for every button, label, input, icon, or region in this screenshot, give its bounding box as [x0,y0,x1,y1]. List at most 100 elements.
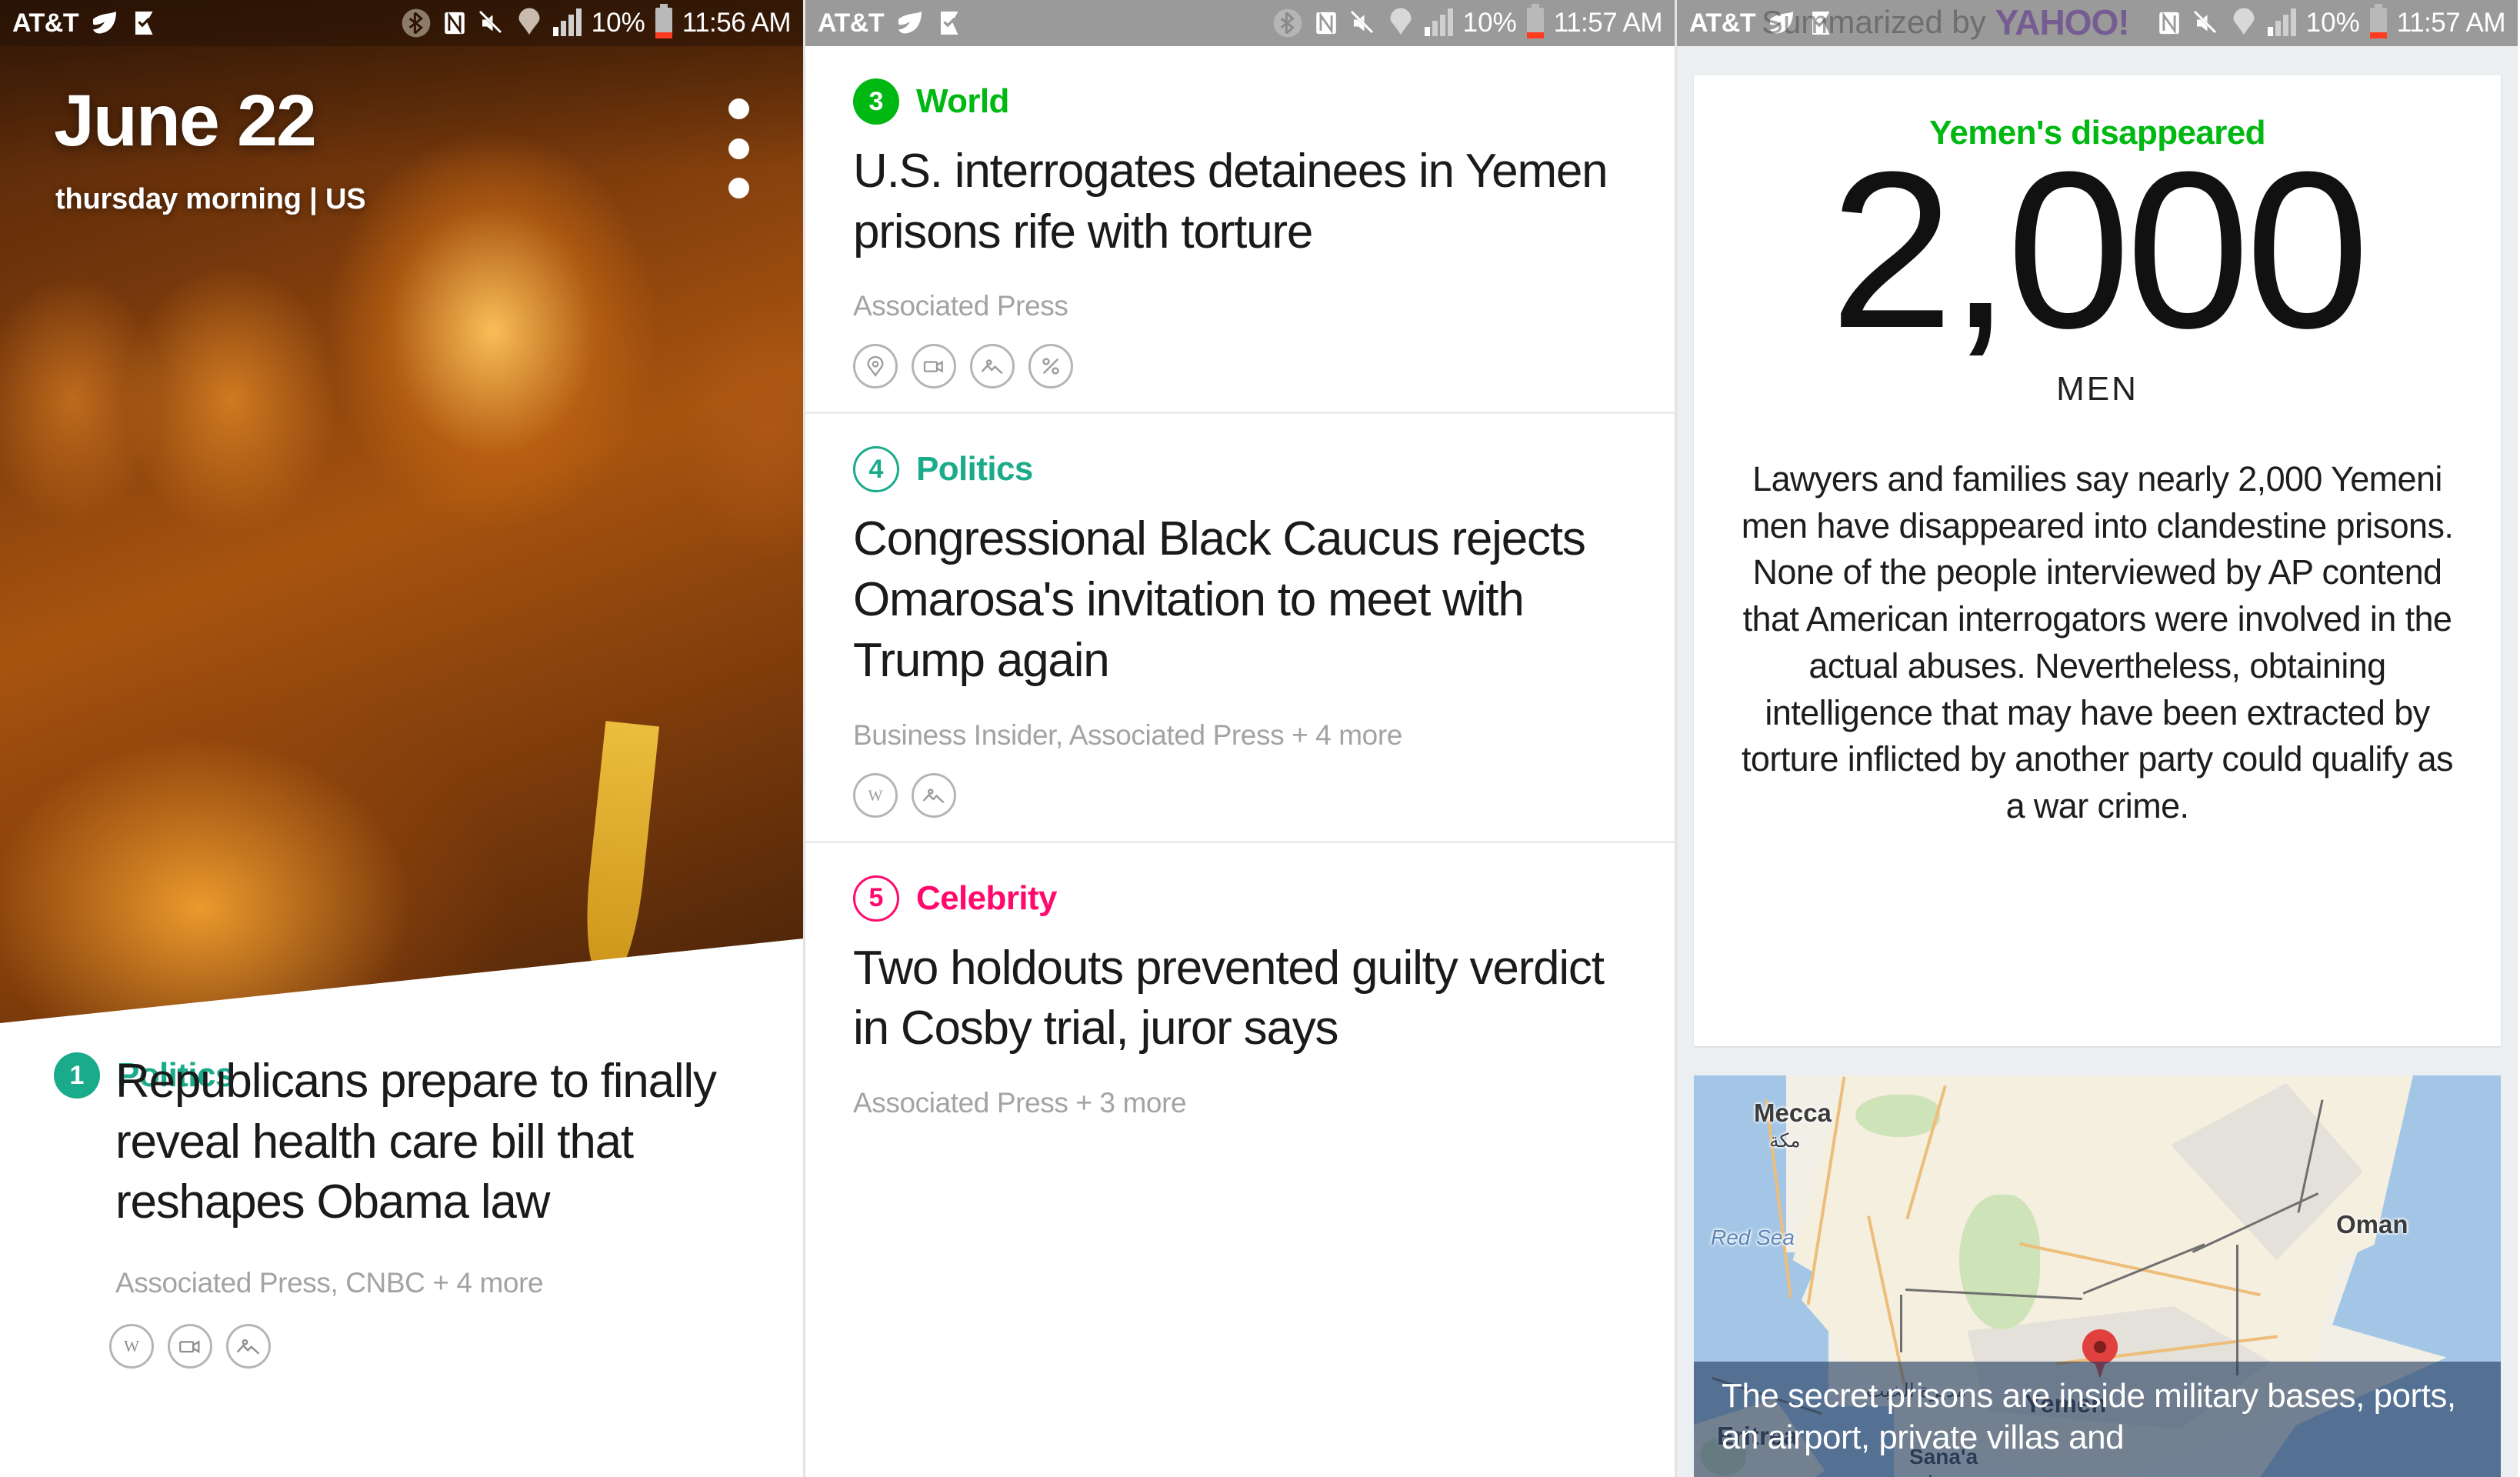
signal-bars-icon [552,8,582,36]
story-category-row: 3 World [853,78,1624,125]
leaf-icon [898,12,922,34]
page-title: June 22 [54,80,317,162]
checkmark-flag-icon [941,12,958,35]
carrier-label: AT&T [818,8,885,38]
list-item[interactable]: 3 World U.S. interrogates detainees in Y… [805,46,1675,415]
carrier-label: AT&T [12,8,79,38]
map-label-red-sea: Red Sea [1711,1225,1795,1249]
story-category-row: 4 Politics [853,446,1624,493]
map-caption: The secret prisons are inside military b… [1694,1362,2501,1477]
kebab-dot [728,138,749,159]
battery-percent: 10% [1462,8,1517,38]
story-sources: Associated Press, CNBC + 4 more [115,1267,544,1299]
status-bar: AT&T 10% 11:57 AM [1677,0,2518,46]
mute-icon [1350,10,1375,35]
list-item[interactable]: 5 Celebrity Two holdouts prevented guilt… [805,843,1675,1142]
three-panel-screenshot: June 22 thursday morning | US 1 Politics… [0,0,2520,1477]
nfc-icon [444,12,465,35]
status-right: 10% 11:57 AM [2156,4,2506,38]
kebab-dot [728,98,749,119]
mute-icon [2193,10,2218,35]
story-headline[interactable]: Two holdouts prevented guilty verdict in… [853,939,1624,1059]
panel-story-detail: Yemen's disappeared 2,000 MEN Lawyers an… [1677,0,2518,1477]
story-category-label[interactable]: Celebrity [916,879,1057,918]
story-headline[interactable]: U.S. interrogates detainees in Yemen pri… [853,142,1624,262]
status-bar: AT&T 10% 11:57 AM [805,0,1675,46]
list-item[interactable]: 4 Politics Congressional Black Caucus re… [805,414,1675,843]
svg-text:W: W [868,787,883,804]
image-icon[interactable] [970,344,1015,389]
wikipedia-icon[interactable]: W [109,1324,154,1369]
battery-icon [2369,4,2387,38]
image-icon[interactable] [912,772,956,818]
battery-percent: 10% [591,8,645,38]
story-headline[interactable]: Congressional Black Caucus rejects Omaro… [853,509,1624,691]
signal-bars-icon [1424,8,1453,36]
checkmark-flag-icon [1812,12,1830,35]
video-icon[interactable] [168,1324,212,1369]
map-park [1959,1195,2040,1329]
image-icon[interactable] [226,1324,271,1369]
story-sources: Associated Press + 3 more [853,1087,1187,1119]
story-body: Republicans prepare to finally reveal he… [109,1042,785,1369]
story-icon-row [853,344,1624,389]
story-sources: Business Insider, Associated Press + 4 m… [853,718,1402,751]
story-list: 3 World U.S. interrogates detainees in Y… [805,46,1675,1477]
clock: 11:57 AM [1553,8,1663,38]
kebab-dot [728,178,749,198]
more-options-icon[interactable] [720,98,757,198]
story-rank-badge: 4 [853,446,899,493]
nfc-icon [1315,12,1336,35]
mute-icon [478,10,503,35]
page-subtitle: thursday morning | US [55,183,366,215]
status-left: AT&T [1689,8,1835,38]
map-label-oman: Oman [2336,1210,2408,1239]
battery-icon [655,4,672,38]
story-rank-badge: 1 [54,1052,100,1099]
story-category-label[interactable]: World [916,82,1009,121]
wikipedia-icon[interactable]: W [853,772,898,818]
clock: 11:57 AM [2396,8,2506,38]
status-left: AT&T [12,8,158,38]
stat-unit: MEN [2056,369,2138,408]
story-sources: Associated Press [853,290,1068,322]
story-icon-row: W [109,1324,785,1369]
checkmark-flag-icon [135,12,153,35]
clock: 11:56 AM [682,8,792,38]
map-label-mecca-arabic: مكة [1769,1130,1801,1152]
map-border [2236,1245,2238,1375]
panel-story-list: 3 World U.S. interrogates detainees in Y… [803,0,1677,1477]
svg-text:W: W [124,1337,140,1355]
panel-briefing-cover: June 22 thursday morning | US 1 Politics… [0,0,803,1477]
nfc-icon [2158,12,2179,35]
map-border [1900,1295,1902,1352]
map-card[interactable]: Mecca مكة Red Sea Oman Eritrea Yemen San… [1694,1075,2501,1477]
location-icon [518,8,540,35]
status-left: AT&T [818,8,964,38]
battery-icon [1526,4,1544,38]
location-icon [2233,8,2255,35]
status-right: 10% 11:56 AM [401,4,792,38]
bluetooth-icon [1273,8,1302,38]
battery-percent: 10% [2305,8,2360,38]
map-pin-head [2082,1329,2118,1365]
story-category-row: 5 Celebrity [853,875,1624,922]
map-park [1855,1095,1940,1137]
map-label-mecca: Mecca [1754,1099,1832,1127]
video-icon[interactable] [912,344,956,389]
story-category-label[interactable]: Politics [916,450,1033,488]
carrier-label: AT&T [1689,8,1756,38]
status-bar: AT&T 10% 11:56 AM [0,0,803,46]
story-rank-badge: 5 [853,875,899,922]
percent-icon[interactable] [1028,344,1073,389]
leaf-icon [1770,12,1794,34]
story-rank-badge: 3 [853,78,899,125]
leaf-icon [93,12,117,34]
bluetooth-icon [402,8,430,38]
location-icon[interactable] [853,344,898,389]
location-icon [1390,8,1412,35]
signal-bars-icon [2267,8,2296,36]
story-headline[interactable]: Republicans prepare to finally reveal he… [115,1052,785,1233]
stat-card: Yemen's disappeared 2,000 MEN Lawyers an… [1694,75,2501,1046]
stat-paragraph: Lawyers and families say nearly 2,000 Ye… [1741,458,2454,826]
